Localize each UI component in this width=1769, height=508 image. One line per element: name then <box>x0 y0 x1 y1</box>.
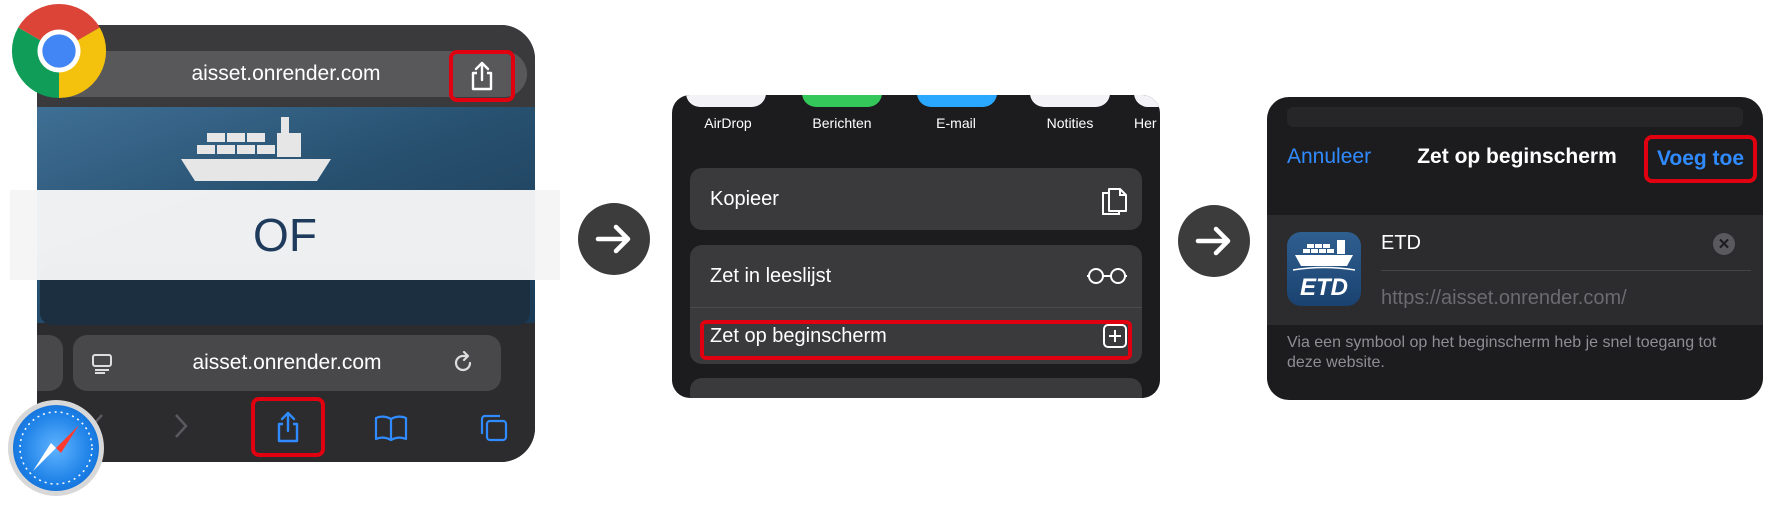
share-target-label: Notities <box>1046 115 1094 131</box>
app-icon: ETD <box>1287 232 1361 306</box>
add-button[interactable]: Voeg toe <box>1644 135 1757 183</box>
action-label: Zet in leeslijst <box>710 264 832 287</box>
mail-app-icon[interactable] <box>917 95 997 107</box>
background-sheet <box>1287 107 1743 127</box>
share-target-label: Her <box>1134 115 1157 131</box>
step-arrow-2 <box>1178 205 1250 277</box>
share-target-label: Berichten <box>812 115 872 131</box>
action-label: Kopieer <box>710 187 779 210</box>
chrome-logo-icon <box>11 3 107 99</box>
bookmarks-icon[interactable] <box>374 414 408 442</box>
divider <box>1381 270 1751 271</box>
step-arrow-1 <box>578 203 650 275</box>
app-name-field[interactable]: ETD <box>1381 232 1421 255</box>
reload-icon[interactable] <box>451 351 475 375</box>
safari-url-text: aisset.onrender.com <box>192 351 382 374</box>
app-icon-text: ETD <box>1300 274 1348 301</box>
add-to-home-screen-dialog: Annuleer Zet op beginscherm Voeg toe ETD… <box>1267 97 1763 400</box>
share-target-label: E-mail <box>936 115 976 131</box>
share-sheet: AirDrop Berichten E-mail Notities Her Ko… <box>672 95 1160 398</box>
safari-previous-tab[interactable] <box>37 335 63 391</box>
highlight-add-to-home-screen <box>700 320 1132 360</box>
copy-icon <box>1102 188 1127 215</box>
messages-app-icon[interactable] <box>802 95 882 107</box>
chrome-share-button[interactable] <box>449 50 515 102</box>
app-url-text: https://aisset.onrender.com/ <box>1381 287 1627 309</box>
action-copy[interactable]: Kopieer <box>690 168 1142 230</box>
arrow-right-icon <box>595 224 631 254</box>
safari-logo-icon <box>8 400 104 496</box>
arrow-right-icon <box>1195 226 1231 256</box>
reader-icon <box>92 354 112 374</box>
clear-icon[interactable]: ✕ <box>1713 233 1735 255</box>
share-icon <box>277 411 299 443</box>
tabs-icon[interactable] <box>479 413 509 443</box>
or-label: OF <box>10 190 560 280</box>
ship-icon <box>181 117 331 181</box>
forward-icon[interactable] <box>173 413 189 439</box>
more-app-icon[interactable] <box>1134 95 1160 107</box>
dialog-title: Zet op beginscherm <box>1417 145 1617 168</box>
notes-app-icon[interactable] <box>1030 95 1110 107</box>
airdrop-app-icon[interactable] <box>686 95 766 107</box>
glasses-icon <box>1087 268 1127 284</box>
chrome-url-text: aisset.onrender.com <box>191 62 381 85</box>
next-action-row <box>690 378 1142 398</box>
cancel-button[interactable]: Annuleer <box>1287 145 1371 169</box>
safari-share-button[interactable] <box>251 397 325 457</box>
safari-address-bar[interactable]: aisset.onrender.com <box>73 335 501 391</box>
dialog-footer-text: Via een symbool op het beginscherm heb j… <box>1287 334 1717 371</box>
action-reading-list[interactable]: Zet in leeslijst <box>690 245 1142 307</box>
share-target-label: AirDrop <box>704 115 752 131</box>
share-icon <box>471 61 493 91</box>
